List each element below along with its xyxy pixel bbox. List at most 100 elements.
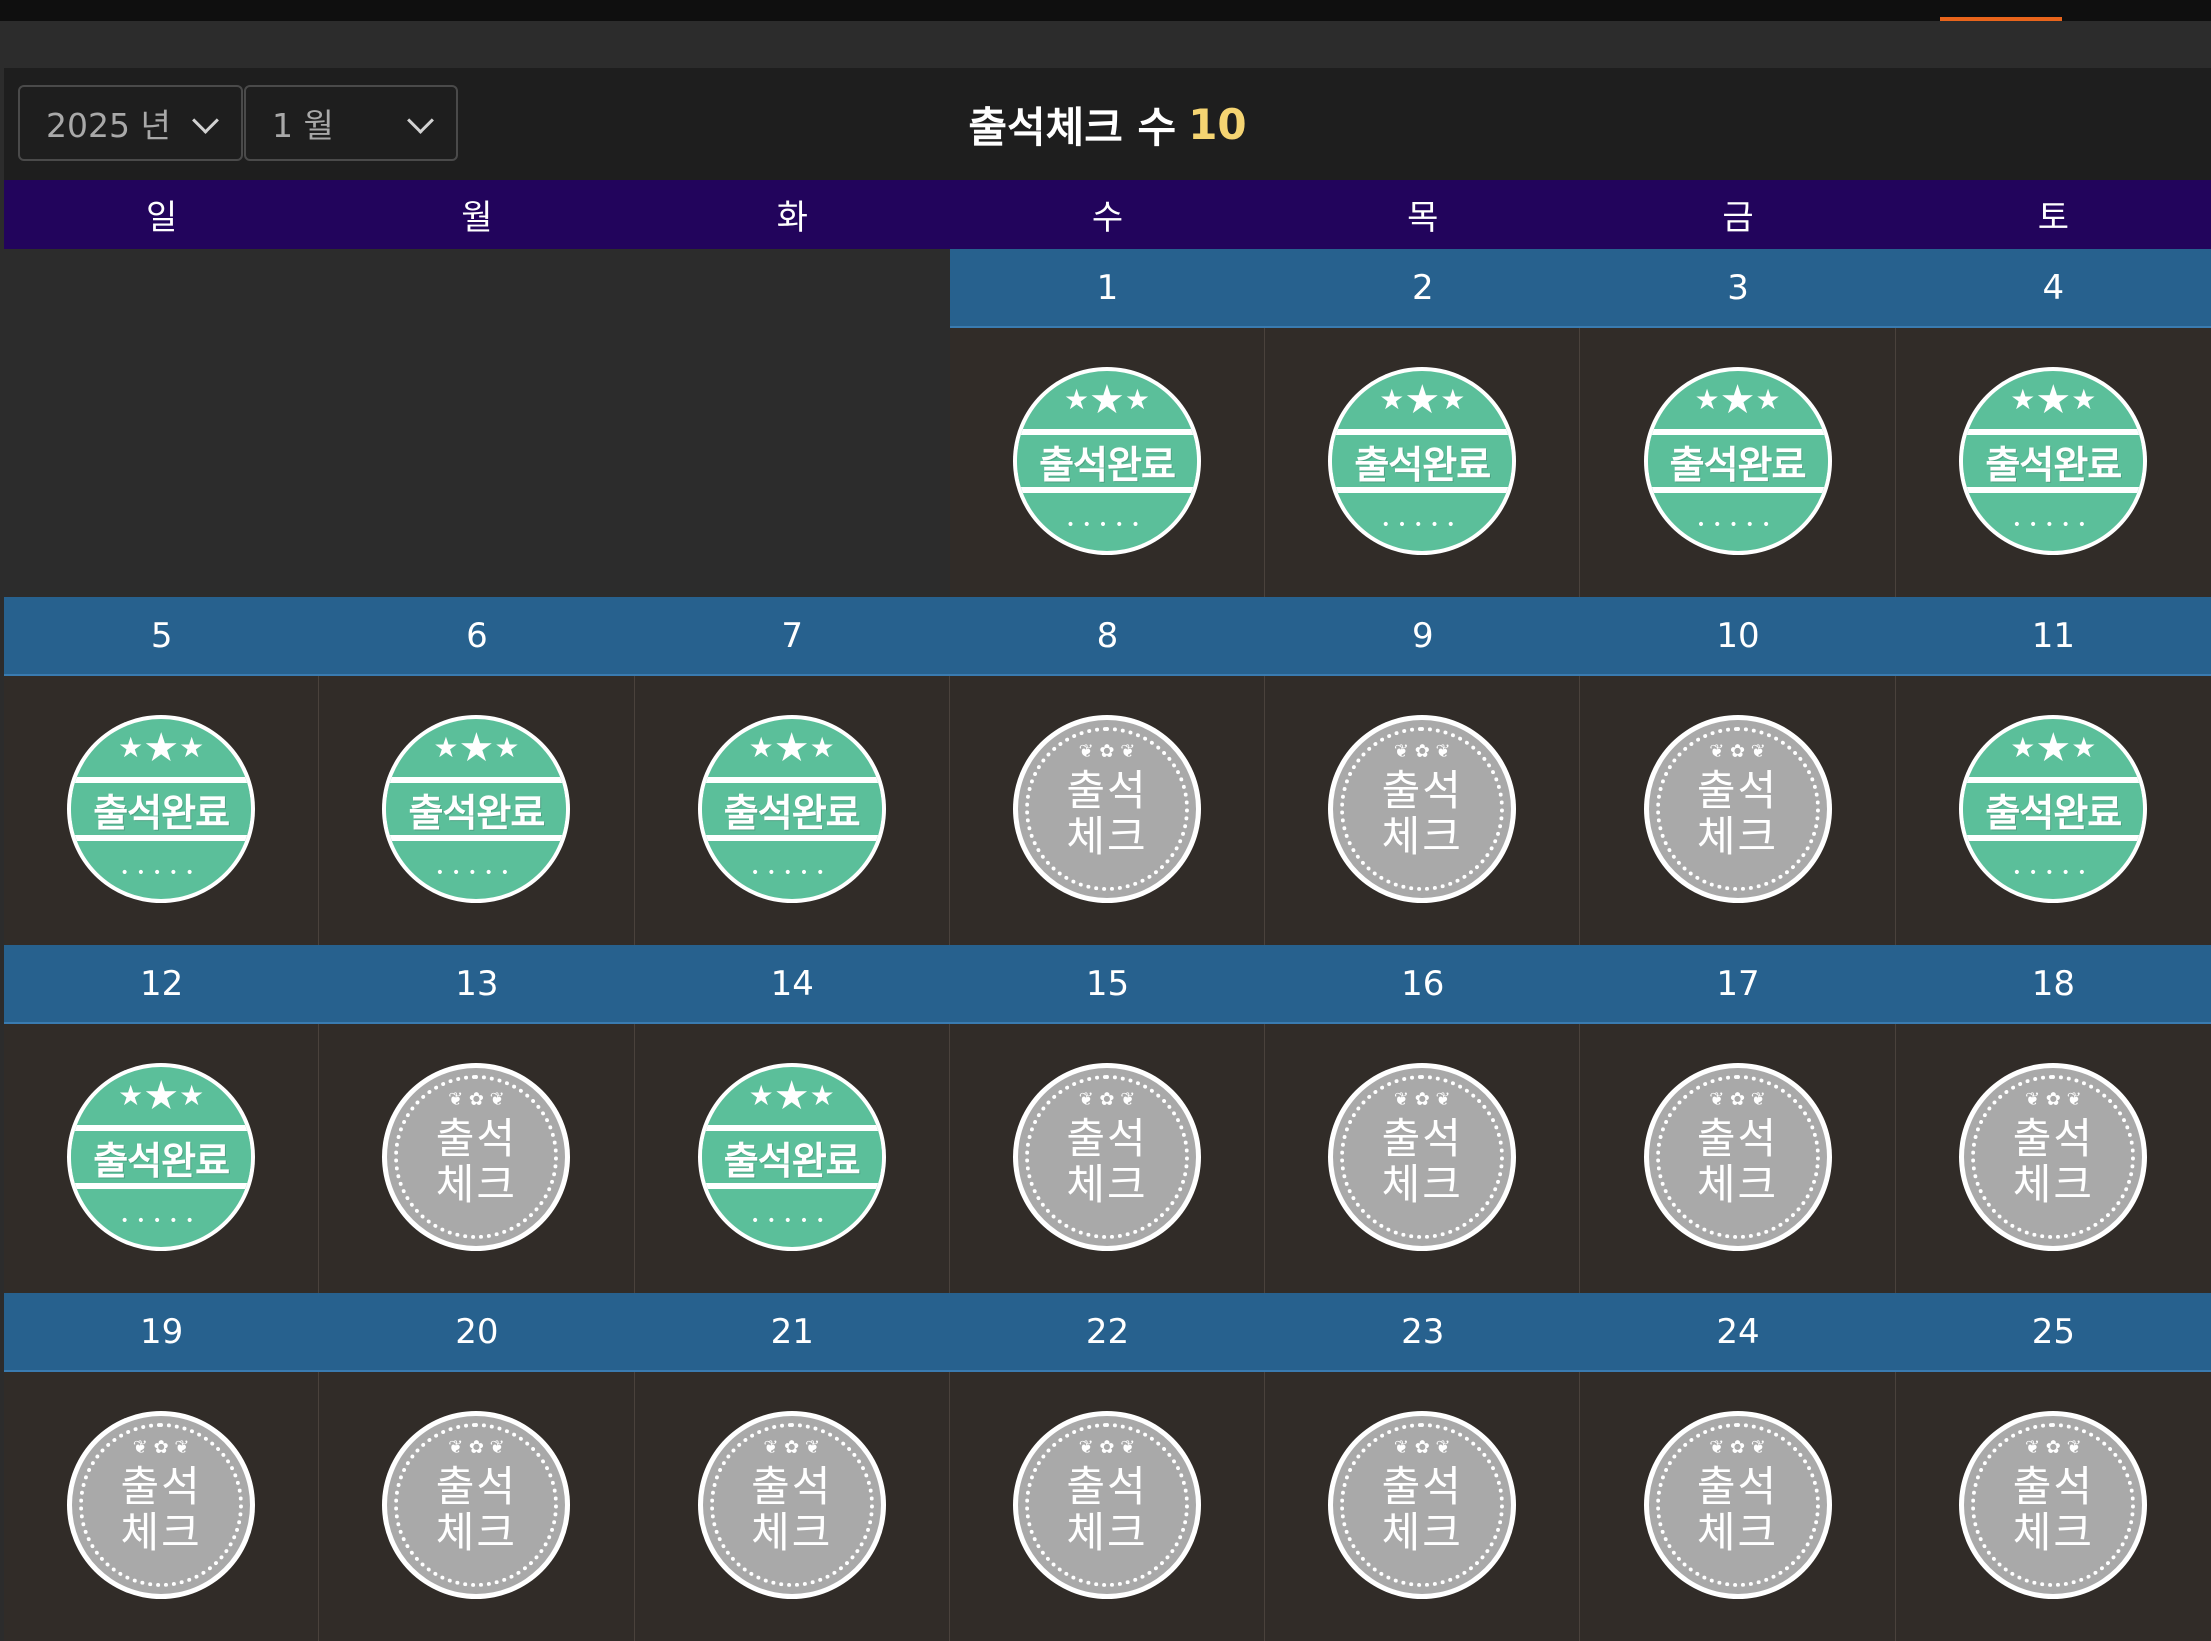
attendance-check-stamp[interactable]: ❦ ✿ ❦ 출석 체크 <box>1012 1063 1201 1251</box>
stamp-body: ❦ ✿ ❦ 출석 체크 <box>1655 1075 1820 1239</box>
stamp-label-line2: 체크 <box>120 1508 202 1557</box>
day-cell[interactable]: ❦ ✿ ❦ 출석 체크 <box>1895 1024 2211 1293</box>
attendance-complete-stamp: ★★★ 출석완료 ••••• <box>1959 715 2148 903</box>
attendance-check-stamp[interactable]: ❦ ✿ ❦ 출석 체크 <box>1643 715 1832 903</box>
year-select[interactable]: 2025 년 <box>18 85 243 161</box>
stamp-label-line1: 출석 <box>1381 1462 1463 1511</box>
day-cell: ★★★ 출석완료 ••••• <box>1265 328 1581 597</box>
stamp-label: 출석완료 <box>386 777 567 841</box>
attendance-check-stamp[interactable]: ❦ ✿ ❦ 출석 체크 <box>697 1411 886 1599</box>
day-cell[interactable]: ❦ ✿ ❦ 출석 체크 <box>1580 1372 1896 1641</box>
day-number-row: 5 6 7 8 9 10 11 <box>4 597 2211 676</box>
weekday-label: 금 <box>1722 198 1754 238</box>
dots-decoration: ••••• <box>1381 517 1463 533</box>
stamp-body: ★★★ 출석완료 ••••• <box>71 719 252 899</box>
weekday-label: 화 <box>776 198 808 238</box>
day-cell[interactable]: ❦ ✿ ❦ 출석 체크 <box>1265 1024 1581 1293</box>
attendance-complete-stamp: ★★★ 출석완료 ••••• <box>67 1063 256 1251</box>
leaf-decoration-icon: ❦ ✿ ❦ <box>2024 1437 2082 1458</box>
day-cell[interactable]: ❦ ✿ ❦ 출석 체크 <box>319 1024 635 1293</box>
weekday-label: 토 <box>2037 198 2069 238</box>
day-number <box>319 249 635 328</box>
attendance-check-stamp[interactable]: ❦ ✿ ❦ 출석 체크 <box>1643 1063 1832 1251</box>
day-cell[interactable]: ❦ ✿ ❦ 출석 체크 <box>1265 676 1581 945</box>
day-cell-row: ★★★ 출석완료 ••••• ❦ ✿ ❦ 출석 체크 ★★★ 출석완료 ••••• ❦ ✿ ❦ 출석… <box>4 1024 2211 1293</box>
stamp-label-line1: 출석 <box>1696 1114 1779 1163</box>
stamp-label: 출석완료 <box>701 1125 882 1189</box>
title-text: 출석체크 수 <box>968 102 1177 152</box>
attendance-check-stamp[interactable]: ❦ ✿ ❦ 출석 체크 <box>382 1063 571 1251</box>
leaf-decoration-icon: ❦ ✿ ❦ <box>1709 1437 1766 1458</box>
attendance-complete-stamp: ★★★ 출석완료 ••••• <box>697 1063 886 1251</box>
day-number: 18 <box>1895 945 2211 1024</box>
leaf-decoration-icon: ❦ ✿ ❦ <box>1393 1089 1451 1110</box>
stamp-ring: ❦ ✿ ❦ 출석 체크 <box>1964 1416 2143 1594</box>
stamp-label-line2: 체크 <box>1066 812 1148 861</box>
attendance-complete-stamp: ★★★ 출석완료 ••••• <box>67 715 256 903</box>
attendance-check-stamp[interactable]: ❦ ✿ ❦ 출석 체크 <box>1959 1063 2148 1251</box>
day-number: 10 <box>1580 597 1896 676</box>
day-cell[interactable]: ❦ ✿ ❦ 출석 체크 <box>1895 1372 2211 1641</box>
stamp-ring: ❦ ✿ ❦ 출석 체크 <box>1017 1068 1196 1246</box>
day-cell-row: ★★★ 출석완료 ••••• ★★★ 출석완료 ••••• ★★★ 출석완료 ••••• ★★★ 출… <box>4 328 2211 597</box>
stamp-ring: ❦ ✿ ❦ 출석 체크 <box>1648 1068 1827 1246</box>
calendar-week: 5 6 7 8 9 10 11 ★★★ 출석완료 ••••• ★★★ 출석완료 ••••• ★★★ 출석완료… <box>4 597 2211 945</box>
weekday-label: 목 <box>1407 198 1439 238</box>
dots-decoration: ••••• <box>2012 517 2094 533</box>
day-cell[interactable]: ❦ ✿ ❦ 출석 체크 <box>1265 1372 1581 1641</box>
stamp-label-line1: 출석 <box>1696 1462 1779 1511</box>
weekday-label: 월 <box>461 198 493 238</box>
weekday-header: 일월화수목금토 <box>4 180 2211 249</box>
stamp-label-line1: 출석 <box>1066 766 1148 815</box>
attendance-check-stamp[interactable]: ❦ ✿ ❦ 출석 체크 <box>1328 1063 1517 1251</box>
dots-decoration: ••••• <box>1696 517 1779 533</box>
stamp-label-line2: 체크 <box>751 1508 833 1557</box>
month-select[interactable]: 1 월 <box>244 85 458 161</box>
attendance-check-stamp[interactable]: ❦ ✿ ❦ 출석 체크 <box>1328 715 1517 903</box>
stamp-ring: ❦ ✿ ❦ 출석 체크 <box>1333 720 1512 898</box>
star-icon: ★★★ <box>433 725 520 771</box>
month-select-label: 1 월 <box>272 106 334 145</box>
stamp-body: ★★★ 출석완료 ••••• <box>701 1067 882 1247</box>
day-number: 9 <box>1265 597 1581 676</box>
dots-decoration: ••••• <box>751 865 833 881</box>
day-cell[interactable]: ❦ ✿ ❦ 출석 체크 <box>1580 1024 1896 1293</box>
attendance-check-stamp[interactable]: ❦ ✿ ❦ 출석 체크 <box>67 1411 256 1599</box>
day-number: 2 <box>1265 249 1581 328</box>
day-cell[interactable]: ❦ ✿ ❦ 출석 체크 <box>319 1372 635 1641</box>
stamp-body: ❦ ✿ ❦ 출석 체크 <box>394 1075 559 1239</box>
day-cell[interactable]: ❦ ✿ ❦ 출석 체크 <box>634 1372 950 1641</box>
sub-navigation-bar <box>0 21 2211 68</box>
attendance-check-stamp[interactable]: ❦ ✿ ❦ 출석 체크 <box>1328 1411 1517 1599</box>
stamp-ring: ❦ ✿ ❦ 출석 체크 <box>1017 720 1196 898</box>
attendance-check-stamp[interactable]: ❦ ✿ ❦ 출석 체크 <box>1643 1411 1832 1599</box>
attendance-check-stamp[interactable]: ❦ ✿ ❦ 출석 체크 <box>382 1411 571 1599</box>
stamp-label-line2: 체크 <box>435 1160 518 1209</box>
stamp-ring: ❦ ✿ ❦ 출석 체크 <box>1648 1416 1827 1594</box>
stamp-body: ★★★ 출석완료 ••••• <box>1016 371 1197 551</box>
day-cell: ★★★ 출석완료 ••••• <box>1580 328 1896 597</box>
stamp-label-line1: 출석 <box>1696 766 1779 815</box>
day-number: 7 <box>634 597 950 676</box>
stamp-label-line1: 출석 <box>1066 1462 1148 1511</box>
star-icon: ★★★ <box>748 725 835 771</box>
chevron-down-icon <box>407 107 434 134</box>
attendance-check-stamp[interactable]: ❦ ✿ ❦ 출석 체크 <box>1012 715 1201 903</box>
day-cell[interactable]: ❦ ✿ ❦ 출석 체크 <box>949 676 1266 945</box>
day-cell[interactable]: ❦ ✿ ❦ 출석 체크 <box>4 1372 320 1641</box>
attendance-check-stamp[interactable]: ❦ ✿ ❦ 출석 체크 <box>1959 1411 2148 1599</box>
stamp-label-line2: 체크 <box>435 1508 518 1557</box>
calendar-week: 12 13 14 15 16 17 18 ★★★ 출석완료 ••••• ❦ ✿ ❦ 출석 체크 ★★★ 출석… <box>4 945 2211 1293</box>
stamp-body: ❦ ✿ ❦ 출석 체크 <box>1340 727 1505 891</box>
day-cell[interactable]: ❦ ✿ ❦ 출석 체크 <box>949 1372 1266 1641</box>
day-cell <box>319 328 635 597</box>
day-cell[interactable]: ❦ ✿ ❦ 출석 체크 <box>949 1024 1266 1293</box>
day-cell: ★★★ 출석완료 ••••• <box>319 676 635 945</box>
stamp-ring: ❦ ✿ ❦ 출석 체크 <box>1648 720 1827 898</box>
day-cell[interactable]: ❦ ✿ ❦ 출석 체크 <box>1580 676 1896 945</box>
stamp-body: ❦ ✿ ❦ 출석 체크 <box>1340 1423 1505 1587</box>
stamp-label-line1: 출석 <box>1066 1114 1148 1163</box>
attendance-check-stamp[interactable]: ❦ ✿ ❦ 출석 체크 <box>1012 1411 1201 1599</box>
stamp-body: ★★★ 출석완료 ••••• <box>1647 371 1828 551</box>
stamp-label-line1: 출석 <box>751 1462 833 1511</box>
